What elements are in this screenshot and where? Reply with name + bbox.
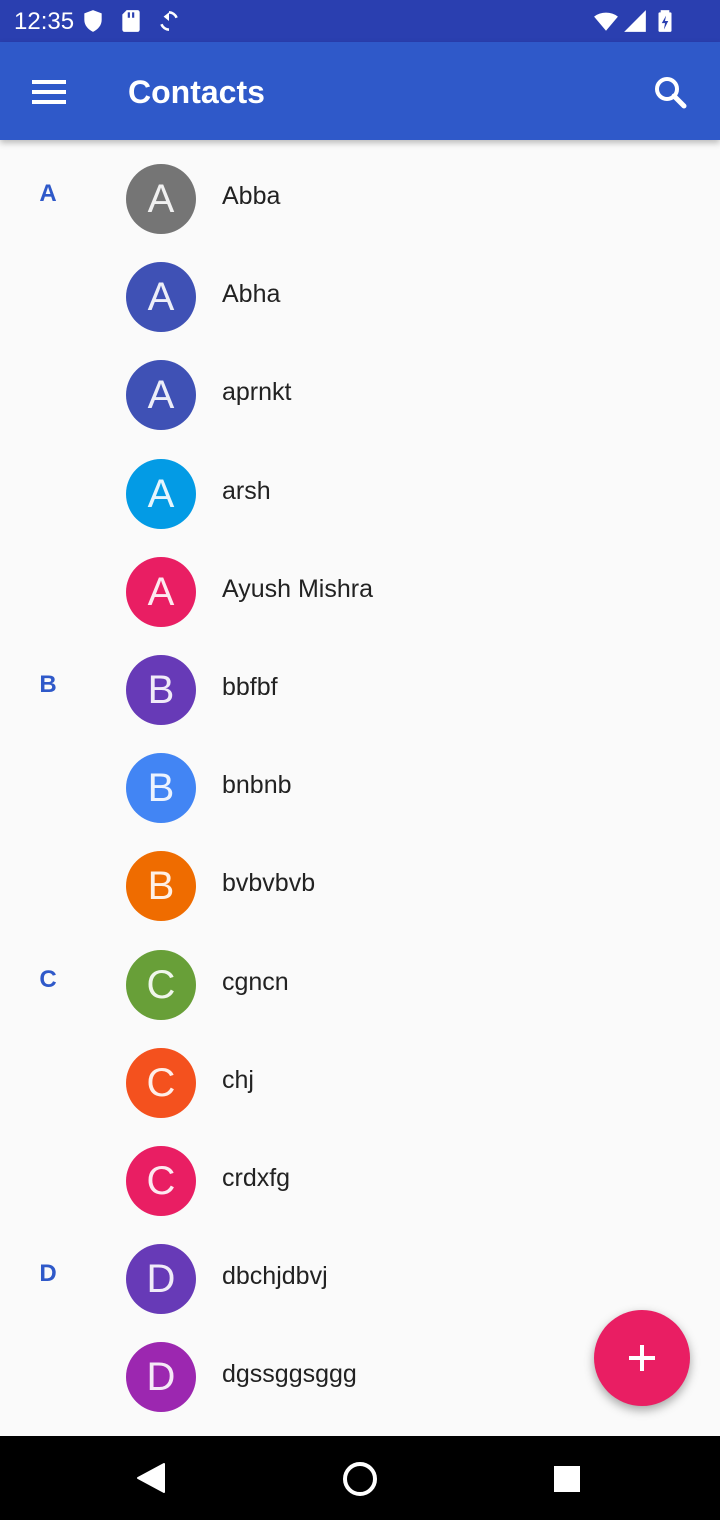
section-header-letter: C bbox=[39, 966, 57, 993]
section-header-letter: D bbox=[39, 1260, 57, 1287]
menu-button[interactable] bbox=[18, 66, 78, 118]
avatar: C bbox=[126, 1048, 196, 1118]
sync-icon bbox=[160, 11, 178, 31]
contact-row[interactable]: A Abha bbox=[0, 248, 720, 346]
contact-row[interactable]: Aaprnkt bbox=[0, 346, 720, 444]
wifi-icon bbox=[594, 12, 618, 31]
contact-row[interactable]: Aarsh bbox=[0, 445, 720, 543]
recents-button[interactable] bbox=[542, 1452, 594, 1504]
avatar: A bbox=[126, 360, 196, 430]
back-button[interactable] bbox=[124, 1452, 176, 1504]
contact-row[interactable]: B Bbbfbf bbox=[0, 641, 720, 739]
sd-card-icon bbox=[122, 10, 140, 32]
avatar: D bbox=[126, 1244, 196, 1314]
contact-name: arsh bbox=[222, 477, 271, 505]
home-button[interactable] bbox=[334, 1452, 386, 1504]
avatar: A bbox=[126, 262, 196, 332]
contact-name: bnbnb bbox=[222, 771, 292, 799]
contact-name: dbchjdbvj bbox=[222, 1262, 328, 1290]
contact-name: Ayush Mishra bbox=[222, 575, 373, 603]
avatar: A bbox=[126, 557, 196, 627]
battery-icon bbox=[658, 10, 672, 32]
contact-name: aprnkt bbox=[222, 378, 292, 406]
avatar: D bbox=[126, 1342, 196, 1412]
status-bar: 12:35 bbox=[0, 0, 720, 42]
contact-name: cgncn bbox=[222, 968, 289, 996]
contact-name: bvbvbvb bbox=[222, 869, 316, 897]
home-icon bbox=[343, 1462, 377, 1496]
avatar: A bbox=[126, 164, 196, 234]
app-bar: Contacts bbox=[0, 42, 720, 140]
contact-row[interactable]: Bbvbvbvb bbox=[0, 837, 720, 935]
contact-row[interactable]: A Ayush Mishra bbox=[0, 543, 720, 641]
status-time: 12:35 bbox=[14, 8, 75, 35]
contact-name: dgssggsggg bbox=[222, 1360, 357, 1388]
contact-name: bbfbf bbox=[222, 673, 278, 701]
avatar: B bbox=[126, 655, 196, 725]
plus-icon bbox=[629, 1345, 655, 1371]
navigation-bar bbox=[0, 1436, 720, 1520]
search-icon bbox=[655, 77, 687, 109]
contact-name: chj bbox=[222, 1066, 254, 1094]
contact-row[interactable]: Cchj bbox=[0, 1034, 720, 1132]
contact-row[interactable]: Bbnbnb bbox=[0, 739, 720, 837]
contact-name: crdxfg bbox=[222, 1164, 291, 1192]
contact-name: Abba bbox=[222, 182, 281, 210]
menu-icon bbox=[32, 80, 66, 104]
section-header-letter: B bbox=[39, 671, 57, 698]
page-title: Contacts bbox=[128, 74, 265, 110]
contact-row[interactable]: C Ccgncn bbox=[0, 936, 720, 1034]
avatar: B bbox=[126, 851, 196, 921]
contact-list[interactable]: A A Abba A Abha Aaprnkt Aarsh A Ayush Mishra B Bbb… bbox=[0, 140, 720, 1436]
contact-row[interactable]: A A Abba bbox=[0, 150, 720, 248]
avatar: A bbox=[126, 459, 196, 529]
cell-signal-icon bbox=[624, 10, 646, 32]
avatar: C bbox=[126, 1146, 196, 1216]
shield-icon bbox=[84, 10, 102, 32]
section-header-letter: A bbox=[39, 180, 57, 207]
avatar: C bbox=[126, 950, 196, 1020]
add-contact-button[interactable] bbox=[594, 1310, 690, 1406]
search-button[interactable] bbox=[640, 64, 700, 120]
recents-icon bbox=[554, 1466, 580, 1492]
contact-row[interactable]: Ccrdxfg bbox=[0, 1132, 720, 1230]
contact-name: Abha bbox=[222, 280, 281, 308]
avatar: B bbox=[126, 753, 196, 823]
back-icon bbox=[137, 1463, 165, 1493]
